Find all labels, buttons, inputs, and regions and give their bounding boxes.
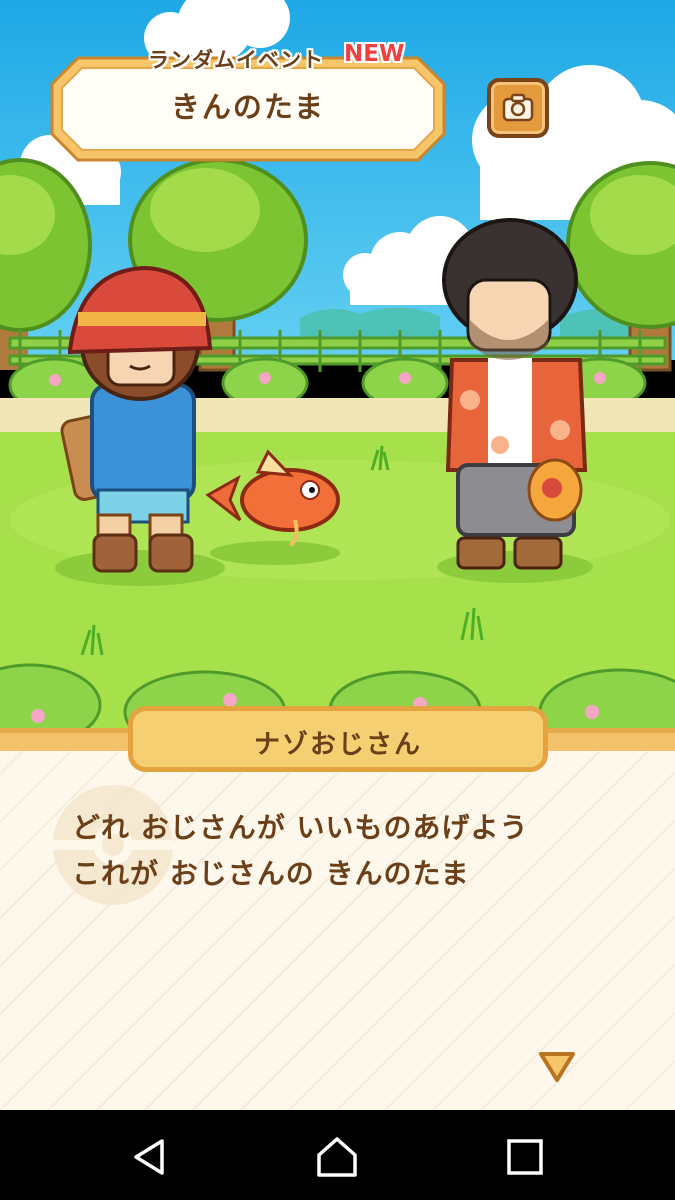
event-banner: ランダムイベント NEW きんのたま — [48, 41, 448, 162]
event-title: きんのたま — [170, 90, 326, 124]
mysterious-old-man — [442, 218, 588, 570]
dialog-box[interactable]: ナゾおじさん どれ おじさんが いいものあげよう これが おじさんの きんのたま — [0, 706, 675, 1110]
camera-icon — [502, 93, 534, 122]
dialog-line: これが おじさんの きんのたま — [72, 857, 470, 890]
triangle-down-icon[interactable] — [537, 1050, 577, 1084]
camera-button[interactable] — [487, 78, 549, 138]
home-icon[interactable] — [315, 1135, 359, 1179]
dialog-line: どれ おじさんが いいものあげよう — [72, 811, 529, 844]
speaker-name-plate: ナゾおじさん — [128, 706, 548, 772]
recent-apps-icon[interactable] — [503, 1135, 547, 1179]
back-icon[interactable] — [128, 1135, 172, 1179]
event-type-label: ランダムイベント — [148, 48, 324, 72]
speaker-name: ナゾおじさん — [253, 730, 422, 760]
new-badge: NEW — [344, 41, 405, 67]
android-navigation-bar — [0, 1110, 675, 1200]
